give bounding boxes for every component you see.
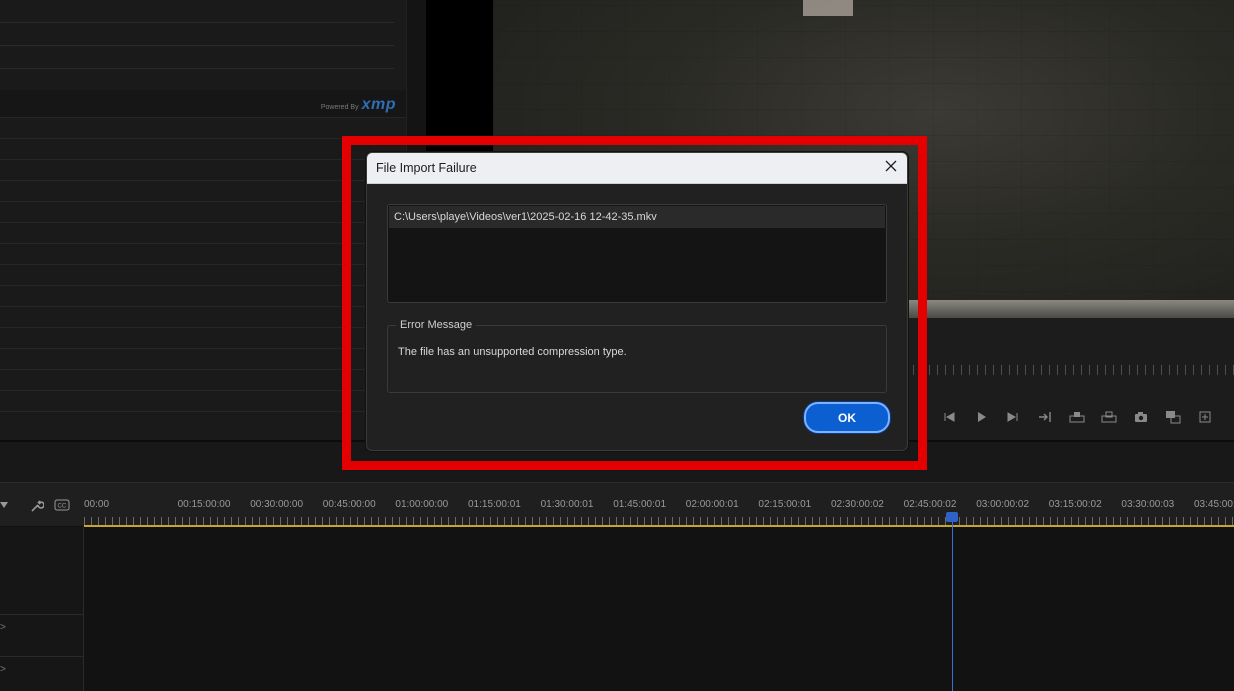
timecode-labels: 00:00 00:15:00:00 00:30:00:00 00:45:00:00 01… <box>84 499 1234 513</box>
xmp-brand: xmp <box>361 96 396 113</box>
timecode-label: 03:00:00:02 <box>976 499 1030 510</box>
timeline-ruler[interactable]: 00:00 00:15:00:00 00:30:00:00 00:45:00:00 01… <box>84 483 1234 527</box>
timeline-header: CC 00:00 00:15:00:00 00:30:00:00 00:45:00:0… <box>0 482 1234 526</box>
monitor-ruler[interactable] <box>913 365 1234 375</box>
settings-icon[interactable] <box>1196 410 1214 424</box>
dialog-titlebar[interactable]: File Import Failure <box>367 153 907 184</box>
track-headers: > > <box>0 527 84 691</box>
chevron-right-icon[interactable]: > <box>0 664 6 675</box>
timeline-ticks <box>84 517 1234 525</box>
ok-button[interactable]: OK <box>804 402 890 433</box>
error-group-label: Error Message <box>396 319 477 331</box>
timecode-label: 03:45:00:03 <box>1194 499 1234 510</box>
timecode-label: 00:45:00:00 <box>322 499 376 510</box>
export-frame-icon[interactable] <box>1164 410 1182 424</box>
error-message-group: Error Message The file has an unsupporte… <box>387 319 887 393</box>
timeline-tools: CC <box>0 499 84 516</box>
lift-icon[interactable] <box>1068 411 1086 423</box>
timecode-label: 00:15:00:00 <box>177 499 231 510</box>
wrench-icon[interactable] <box>30 499 45 516</box>
timecode-label: 01:00:00:00 <box>395 499 449 510</box>
file-import-failure-dialog: File Import Failure C:\Users\playe\Video… <box>366 152 908 451</box>
step-forward-icon[interactable] <box>1004 411 1022 423</box>
camera-icon[interactable] <box>1132 411 1150 423</box>
step-back-icon[interactable] <box>940 411 958 423</box>
timecode-label: 01:30:00:01 <box>540 499 594 510</box>
failed-files-list[interactable]: C:\Users\playe\Videos\ver1\2025-02-16 12… <box>387 204 887 303</box>
track-divider <box>0 656 84 657</box>
list-item[interactable]: C:\Users\playe\Videos\ver1\2025-02-16 12… <box>389 206 885 228</box>
timeline-tracks: > > <box>0 527 1234 691</box>
timecode-label: 03:15:00:02 <box>1048 499 1102 510</box>
xmp-logo: Powered By xmp <box>321 96 396 114</box>
error-text: The file has an unsupported compression … <box>398 346 627 358</box>
go-to-out-icon[interactable] <box>1036 411 1054 423</box>
timecode-label: 02:45:00:02 <box>903 499 957 510</box>
close-button[interactable] <box>881 158 901 178</box>
timecode-label: 00:30:00:00 <box>250 499 304 510</box>
timecode-label: 02:30:00:02 <box>831 499 884 510</box>
snap-icon[interactable] <box>0 499 8 516</box>
dialog-title: File Import Failure <box>376 161 477 175</box>
timecode-label: 03:30:00:03 <box>1121 499 1175 510</box>
captions-icon[interactable]: CC <box>54 499 70 516</box>
timecode-label: 00:00 <box>84 499 110 510</box>
xmp-strip: Powered By xmp <box>0 90 406 118</box>
svg-text:CC: CC <box>58 504 67 510</box>
play-icon[interactable] <box>972 411 990 423</box>
timecode-label: 02:15:00:01 <box>758 499 812 510</box>
timecode-label: 01:15:00:01 <box>468 499 521 510</box>
playhead-line <box>952 512 953 691</box>
chevron-right-icon[interactable]: > <box>0 622 6 633</box>
transport-controls <box>940 410 1214 424</box>
metadata-rows-top <box>0 0 406 92</box>
video-light <box>803 0 853 16</box>
timecode-label: 01:45:00:01 <box>613 499 667 510</box>
close-icon <box>885 159 897 177</box>
extract-icon[interactable] <box>1100 411 1118 423</box>
playhead-handle[interactable] <box>946 512 958 522</box>
xmp-powered-by: Powered By <box>320 104 359 111</box>
timecode-label: 02:00:00:01 <box>685 499 739 510</box>
track-divider <box>0 614 84 615</box>
